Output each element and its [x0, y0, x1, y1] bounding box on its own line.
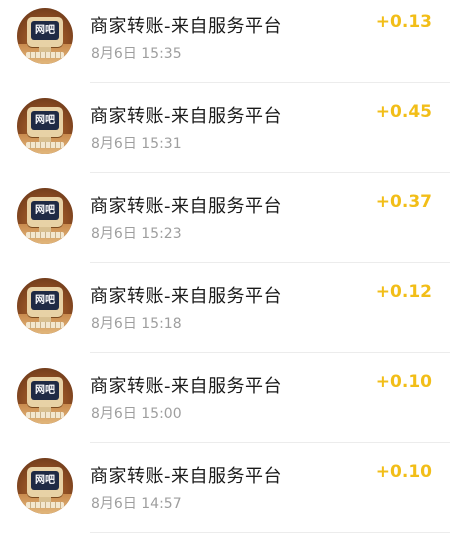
- transaction-title: 商家转账-来自服务平台: [90, 466, 282, 487]
- transaction-time: 8月6日 15:35: [91, 46, 182, 62]
- row-divider: [90, 82, 450, 83]
- internet-cafe-avatar-icon: 网吧: [17, 458, 73, 514]
- transaction-amount: +0.45: [375, 102, 432, 122]
- avatar-screen-text: 网吧: [31, 471, 59, 490]
- keyboard-icon: [26, 52, 64, 58]
- monitor-icon: 网吧: [27, 107, 63, 137]
- transaction-amount: +0.12: [375, 282, 432, 302]
- avatar-screen-text: 网吧: [31, 21, 59, 40]
- transaction-time: 8月6日 15:18: [91, 316, 182, 332]
- keyboard-icon: [26, 412, 64, 418]
- transaction-list: 网吧 商家转账-来自服务平台 8月6日 15:35 +0.13 网吧 商家转账-…: [0, 0, 450, 537]
- transaction-title: 商家转账-来自服务平台: [90, 286, 282, 307]
- avatar-screen-text: 网吧: [31, 111, 59, 130]
- avatar-screen-text: 网吧: [31, 201, 59, 220]
- monitor-icon: 网吧: [27, 467, 63, 497]
- transaction-row[interactable]: 网吧 商家转账-来自服务平台 8月6日 15:35 +0.13: [0, 0, 450, 90]
- row-divider: [90, 532, 450, 533]
- internet-cafe-avatar-icon: 网吧: [17, 98, 73, 154]
- transaction-amount: +0.10: [375, 372, 432, 392]
- avatar-screen-text: 网吧: [31, 381, 59, 400]
- transaction-row[interactable]: 网吧 商家转账-来自服务平台 8月6日 15:31 +0.45: [0, 90, 450, 180]
- avatar-screen-text: 网吧: [31, 291, 59, 310]
- transaction-title: 商家转账-来自服务平台: [90, 196, 282, 217]
- transaction-title: 商家转账-来自服务平台: [90, 106, 282, 127]
- monitor-icon: 网吧: [27, 287, 63, 317]
- transaction-row[interactable]: 网吧 商家转账-来自服务平台 8月6日 15:23 +0.37: [0, 180, 450, 270]
- internet-cafe-avatar-icon: 网吧: [17, 188, 73, 244]
- row-divider: [90, 172, 450, 173]
- transaction-time: 8月6日 15:00: [91, 406, 182, 422]
- transaction-title: 商家转账-来自服务平台: [90, 376, 282, 397]
- transaction-amount: +0.10: [375, 462, 432, 482]
- transaction-amount: +0.37: [375, 192, 432, 212]
- transaction-row[interactable]: 网吧 商家转账-来自服务平台 8月6日 15:00 +0.10: [0, 360, 450, 450]
- transaction-time: 8月6日 14:57: [91, 496, 182, 512]
- transaction-time: 8月6日 15:31: [91, 136, 182, 152]
- monitor-icon: 网吧: [27, 197, 63, 227]
- row-divider: [90, 262, 450, 263]
- internet-cafe-avatar-icon: 网吧: [17, 8, 73, 64]
- monitor-icon: 网吧: [27, 377, 63, 407]
- row-divider: [90, 442, 450, 443]
- keyboard-icon: [26, 502, 64, 508]
- keyboard-icon: [26, 322, 64, 328]
- transaction-title: 商家转账-来自服务平台: [90, 16, 282, 37]
- transaction-time: 8月6日 15:23: [91, 226, 182, 242]
- transaction-row[interactable]: 网吧 商家转账-来自服务平台 8月6日 14:57 +0.10: [0, 450, 450, 540]
- keyboard-icon: [26, 232, 64, 238]
- row-divider: [90, 352, 450, 353]
- transaction-amount: +0.13: [375, 12, 432, 32]
- internet-cafe-avatar-icon: 网吧: [17, 368, 73, 424]
- monitor-icon: 网吧: [27, 17, 63, 47]
- internet-cafe-avatar-icon: 网吧: [17, 278, 73, 334]
- keyboard-icon: [26, 142, 64, 148]
- transaction-row[interactable]: 网吧 商家转账-来自服务平台 8月6日 15:18 +0.12: [0, 270, 450, 360]
